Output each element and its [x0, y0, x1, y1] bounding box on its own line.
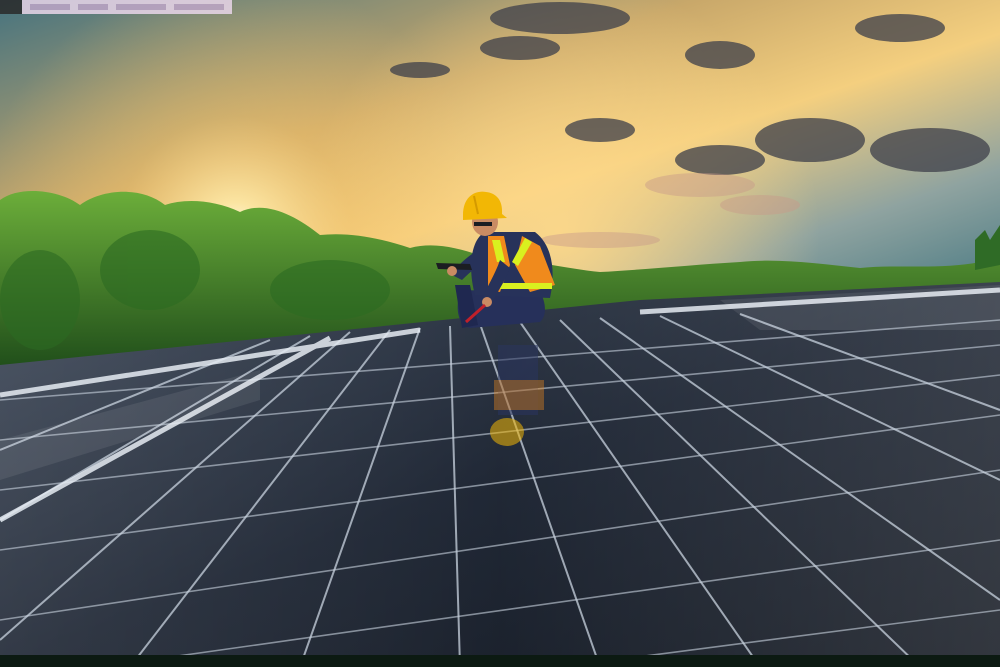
watermark-strip	[0, 0, 232, 14]
photo-illustration	[0, 0, 1000, 667]
bottom-bar	[0, 655, 1000, 667]
photo-scene	[0, 0, 1000, 667]
